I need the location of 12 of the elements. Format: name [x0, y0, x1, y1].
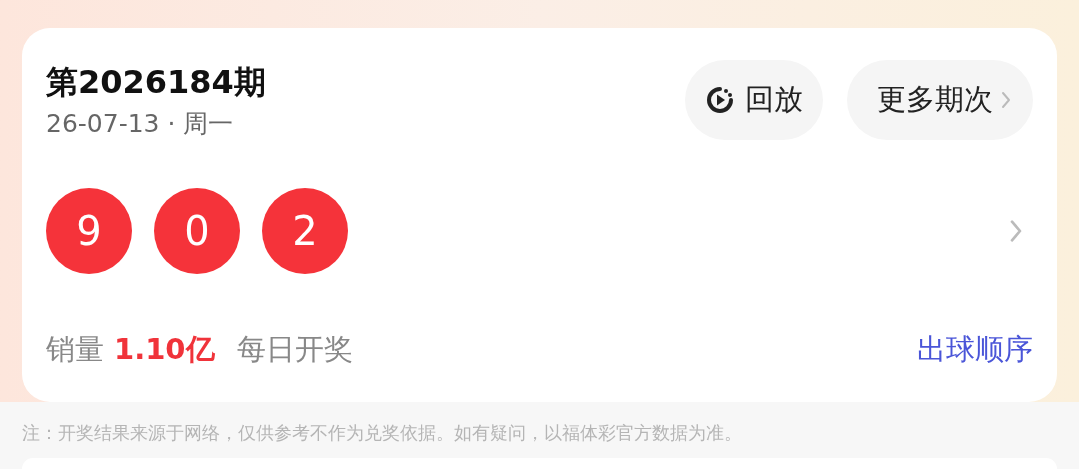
replay-icon [705, 85, 735, 115]
draw-date: 26-07-13 · 周一 [46, 108, 235, 140]
disclaimer-note: 注：开奖结果来源于网络，仅供参考不作为兑奖依据。如有疑问，以福体彩官方数据为准。 [21, 421, 743, 445]
sales-value: 1.10亿 [114, 331, 215, 368]
ball-order-link[interactable]: 出球顺序 [917, 328, 1033, 372]
issue-title: 第2026184期 [46, 62, 266, 103]
chevron-right-icon [1009, 219, 1023, 243]
more-issues-button[interactable]: 更多期次 [847, 60, 1033, 140]
sales-label: 销量 [46, 331, 104, 368]
chevron-right-icon [1001, 91, 1011, 109]
replay-button[interactable]: 回放 [685, 60, 823, 140]
draw-schedule: 每日开奖 [236, 331, 354, 368]
